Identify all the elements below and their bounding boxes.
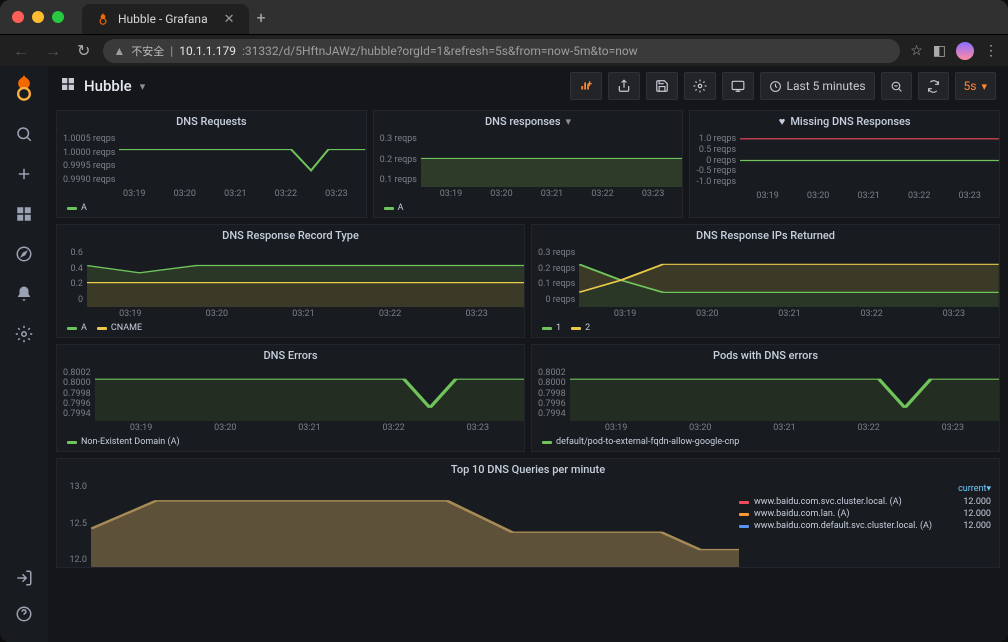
y-axis: 0.80020.80000.79980.79960.7994 (532, 366, 570, 421)
chart-canvas (119, 132, 365, 187)
y-axis: 0.80020.80000.79980.79960.7994 (57, 366, 95, 421)
chevron-down-icon[interactable]: ▾ (140, 80, 146, 93)
legend: Non-Existent Domain (A) (57, 435, 524, 451)
panel-title: DNS responses▾ (374, 111, 683, 132)
dashboard-icon (60, 76, 76, 96)
alerting-icon[interactable] (8, 278, 40, 310)
tab-title: Hubble - Grafana (118, 12, 208, 26)
y-axis: 1.0005 reqps1.0000 reqps0.9995 reqps0.99… (57, 132, 119, 187)
back-button[interactable]: ← (10, 41, 32, 61)
dashboard-title[interactable]: Hubble (84, 77, 132, 95)
refresh-button[interactable] (918, 72, 949, 100)
dashboard-topbar: Hubble ▾ Last 5 minutes 5s▾ (48, 66, 1008, 106)
grafana-logo[interactable] (10, 74, 38, 102)
legend: default/pod-to-external-fqdn-allow-googl… (532, 435, 999, 451)
x-axis: 03:1903:2003:2103:2203:23 (426, 187, 683, 201)
dashboard-settings-button[interactable] (684, 72, 716, 100)
new-tab-button[interactable]: + (257, 8, 266, 27)
x-axis: 03:1903:2003:2103:2203:23 (109, 187, 366, 201)
profile-avatar[interactable] (956, 42, 974, 60)
legend: ACNAME (57, 321, 524, 337)
panel-dns-responses[interactable]: DNS responses▾ 0.3 reqps0.2 reqps0.1 req… (373, 110, 684, 218)
explore-icon[interactable] (8, 238, 40, 270)
y-axis: 0.60.40.20 (57, 246, 87, 307)
panel-title: Top 10 DNS Queries per minute (57, 459, 999, 480)
address-bar: ← → ↻ ▲ 不安全 | 10.1.1.179:31332/d/5HftnJA… (0, 34, 1008, 66)
x-axis: 03:1903:2003:2103:2203:23 (584, 307, 999, 321)
refresh-interval-label: 5s (964, 79, 977, 93)
panel-dns-requests[interactable]: DNS Requests 1.0005 reqps1.0000 reqps0.9… (56, 110, 367, 218)
panel-title: ♥Missing DNS Responses (690, 111, 999, 132)
browser-tab[interactable]: Hubble - Grafana ✕ (82, 4, 249, 34)
refresh-interval-button[interactable]: 5s▾ (955, 72, 996, 100)
legend: current▾ www.baidu.com.svc.cluster.local… (739, 480, 999, 567)
signin-icon[interactable] (8, 562, 40, 594)
grafana-sidebar (0, 66, 48, 642)
share-button[interactable] (608, 72, 640, 100)
panel-dns-errors[interactable]: DNS Errors 0.80020.80000.79980.79960.799… (56, 344, 525, 452)
extension-icon[interactable]: ◧ (933, 43, 946, 59)
save-button[interactable] (646, 72, 678, 100)
settings-icon[interactable] (8, 318, 40, 350)
search-icon[interactable] (8, 118, 40, 150)
x-axis: 03:1903:2003:2103:2203:23 (742, 189, 999, 203)
legend-item[interactable]: www.baidu.com.lan. (A)12.000 (739, 508, 991, 520)
url-host: 10.1.1.179 (179, 44, 236, 58)
panel-title: Pods with DNS errors (532, 345, 999, 366)
chart-canvas (579, 246, 999, 307)
dashboards-icon[interactable] (8, 198, 40, 230)
chart-canvas (570, 366, 999, 421)
chart-canvas (91, 480, 739, 567)
panel-title: DNS Requests (57, 111, 366, 132)
plus-icon[interactable] (8, 158, 40, 190)
reload-button[interactable]: ↻ (74, 41, 93, 60)
insecure-icon: ▲ (113, 44, 125, 58)
panel-title: DNS Response Record Type (57, 225, 524, 246)
legend-item[interactable]: www.baidu.com.svc.cluster.local. (A)12.0… (739, 496, 991, 508)
x-axis: 03:1903:2003:2103:2203:23 (574, 421, 999, 435)
panel-title: DNS Errors (57, 345, 524, 366)
chart-canvas (740, 132, 999, 189)
add-panel-button[interactable] (570, 72, 602, 100)
help-icon[interactable] (8, 598, 40, 630)
close-tab-icon[interactable]: ✕ (224, 12, 235, 27)
panel-response-type[interactable]: DNS Response Record Type 0.60.40.20 03:1… (56, 224, 525, 338)
panel-ips-returned[interactable]: DNS Response IPs Returned 0.3 reqps0.2 r… (531, 224, 1000, 338)
browser-menu-icon[interactable]: ⋮ (984, 43, 998, 59)
legend (690, 203, 999, 217)
x-axis: 03:1903:2003:2103:2203:23 (99, 421, 524, 435)
grafana-favicon (96, 12, 110, 26)
window-titlebar: Hubble - Grafana ✕ + (0, 0, 1008, 34)
cycle-view-button[interactable] (722, 72, 754, 100)
zoom-out-button[interactable] (881, 72, 912, 100)
url-path: :31332/d/5HftnJAWz/hubble?orgId=1&refres… (242, 44, 638, 58)
legend-item[interactable]: www.baidu.com.default.svc.cluster.local.… (739, 520, 991, 532)
x-axis: 03:1903:2003:2103:2203:23 (87, 307, 524, 321)
y-axis: 0.3 reqps0.2 reqps0.1 reqps0 reqps (532, 246, 579, 307)
chart-canvas (95, 366, 524, 421)
maximize-window-button[interactable] (52, 11, 64, 23)
panel-top10[interactable]: Top 10 DNS Queries per minute 13.012.512… (56, 458, 1000, 568)
heart-icon: ♥ (779, 115, 786, 128)
time-range-label: Last 5 minutes (787, 79, 866, 93)
chart-canvas (421, 132, 682, 187)
url-input[interactable]: ▲ 不安全 | 10.1.1.179:31332/d/5HftnJAWz/hub… (103, 39, 900, 63)
time-range-button[interactable]: Last 5 minutes (760, 72, 875, 100)
minimize-window-button[interactable] (32, 11, 44, 23)
legend: A (57, 201, 366, 217)
y-axis: 0.3 reqps0.2 reqps0.1 reqps (374, 132, 421, 187)
forward-button[interactable]: → (42, 41, 64, 61)
panel-missing-dns[interactable]: ♥Missing DNS Responses 1.0 reqps0.5 reqp… (689, 110, 1000, 218)
y-axis: 1.0 reqps0.5 reqps0 reqps-0.5 reqps-1.0 … (690, 132, 740, 189)
legend: A (374, 201, 683, 217)
panel-pods-errors[interactable]: Pods with DNS errors 0.80020.80000.79980… (531, 344, 1000, 452)
close-window-button[interactable] (12, 11, 24, 23)
chart-canvas (87, 246, 524, 307)
legend: 12 (532, 321, 999, 337)
bookmark-icon[interactable]: ☆ (910, 43, 923, 59)
y-axis: 13.012.512.0 (57, 480, 91, 567)
insecure-label: 不安全 (131, 43, 164, 59)
panel-title: DNS Response IPs Returned (532, 225, 999, 246)
